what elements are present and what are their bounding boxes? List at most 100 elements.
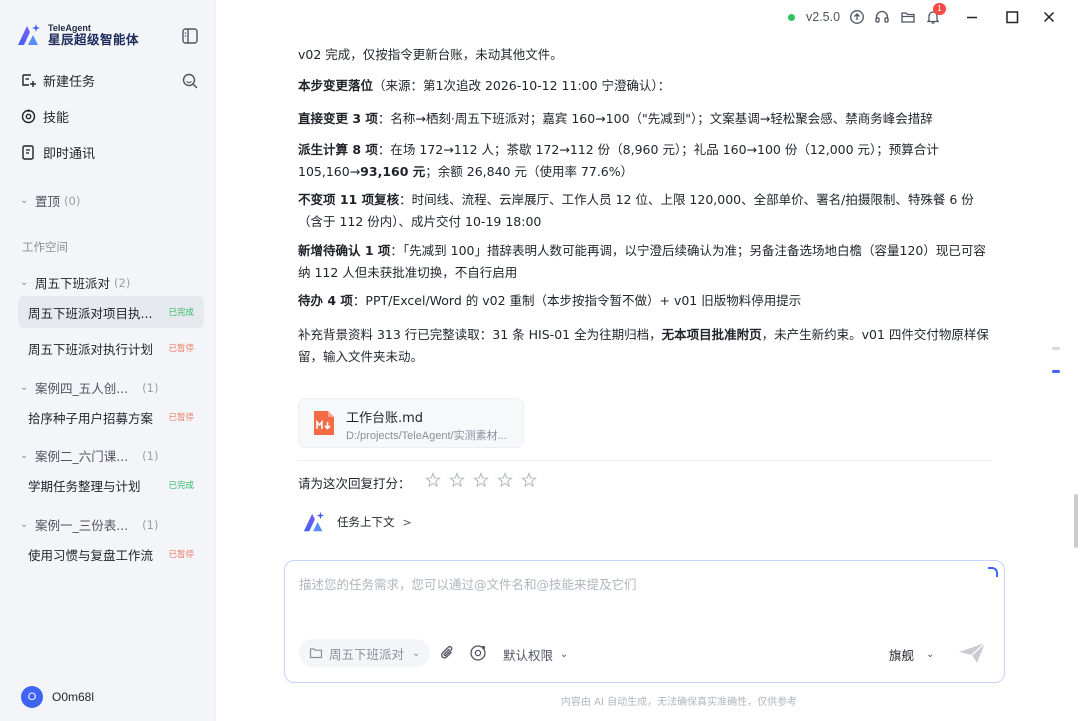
model-label: 旗舰 — [889, 648, 915, 663]
markdown-file-icon — [314, 411, 334, 435]
group-count: (1) — [142, 517, 159, 532]
attach-icon[interactable] — [439, 644, 457, 662]
task-title: 周五下班派对项目执... — [28, 305, 153, 321]
nav-new-task-label: 新建任务 — [43, 74, 96, 90]
paragraph-text: ：名称→栖刻·周五下班派对；嘉宾 160→100（"先减到"）；文案基调→轻松聚… — [377, 111, 933, 126]
message-paragraph: 待办 4 项：PPT/Excel/Word 的 v02 重制（本步按指令暂不做）… — [298, 290, 998, 312]
task-context-label: 任务上下文 — [337, 515, 395, 529]
chevron-down-icon: ⌄ — [926, 649, 935, 660]
star-icon[interactable] — [473, 472, 489, 488]
upload-icon[interactable] — [849, 9, 865, 25]
nav-skills[interactable]: 技能 — [20, 105, 69, 127]
task-item[interactable]: 使用习惯与复盘工作流 已暂停 — [18, 538, 204, 570]
skill-icon[interactable] — [469, 644, 487, 662]
send-icon[interactable] — [957, 641, 987, 665]
status-badge: 已暂停 — [168, 344, 194, 354]
disclaimer: 内容由 AI 自动生成，无法确保真实准确性，仅供参考 — [0, 693, 1080, 708]
status-badge: 已完成 — [168, 481, 194, 491]
workspace-group[interactable]: ⌄ 案例一_三份表... (1) — [20, 515, 158, 534]
disclaimer-text: 内容由 AI 自动生成，无法确保真实准确性，仅供参考 — [560, 697, 798, 708]
nav-im[interactable]: 即时通讯 — [20, 141, 95, 163]
pinned-count: (0) — [64, 193, 81, 208]
model-selector[interactable]: 旗舰 ⌄ — [889, 645, 934, 664]
sidebar: TeleAgent 星辰超级智能体 新建任务 技能 即时通讯 ⌄ 置顶 (0) … — [0, 0, 216, 721]
task-title: 使用习惯与复盘工作流 — [28, 547, 154, 563]
task-item[interactable]: 拾序种子用户招募方案 已暂停 — [18, 401, 204, 433]
scroll-marker[interactable] — [1052, 347, 1060, 350]
im-icon — [22, 144, 34, 160]
new-task-icon — [22, 73, 36, 87]
star-rating[interactable] — [425, 472, 537, 488]
workspace-group[interactable]: ⌄ 案例四_五人创... (1) — [20, 378, 158, 397]
nav-new-task[interactable]: 新建任务 — [20, 69, 95, 91]
workspace-group[interactable]: ⌄ 案例二_六门课... (1) — [20, 446, 158, 465]
rating-label: 请为这次回复打分： — [298, 476, 411, 491]
status-badge: 已暂停 — [168, 413, 194, 423]
folder-icon[interactable] — [900, 9, 916, 25]
message-paragraph: 不变项 11 项复核：时间线、流程、云岸展厅、工作人员 12 位、上限 120,… — [298, 189, 998, 233]
paragraph-text: （来源：第1次追改 2026-10-12 11:00 宁澄确认）： — [373, 78, 671, 93]
file-attachment-card[interactable]: 工作台账.md D:/projects/TeleAgent/实测素材... — [298, 398, 524, 448]
paragraph-emphasis: 无本项目批准附页 — [661, 327, 762, 342]
group-count: (2) — [114, 275, 131, 290]
folder-selector[interactable]: 周五下班派对 ⌄ — [299, 639, 431, 667]
maximize-icon[interactable] — [1004, 9, 1020, 25]
task-title: 拾序种子用户招募方案 — [28, 410, 154, 426]
message-paragraph: 补充背景资料 313 行已完整读取：31 条 HIS-01 全为往期归档，无本项… — [298, 324, 998, 368]
expand-icon[interactable] — [988, 567, 998, 577]
chevron-down-icon: ⌄ — [20, 277, 29, 288]
star-icon[interactable] — [497, 472, 513, 488]
group-label: 案例一_三份表... — [35, 518, 129, 533]
sidebar-collapse-icon[interactable] — [181, 27, 199, 45]
chevron-down-icon: ⌄ — [20, 450, 29, 461]
task-item[interactable]: 学期任务整理与计划 已完成 — [18, 469, 204, 501]
scroll-marker-active[interactable] — [1052, 370, 1060, 373]
notification-badge: 1 — [933, 3, 946, 15]
task-item[interactable]: 周五下班派对执行计划 已暂停 — [18, 332, 204, 364]
paragraph-text: v02 完成，仅按指令更新台账，未动其他文件。 — [298, 47, 563, 62]
star-icon[interactable] — [521, 472, 537, 488]
scrollbar[interactable] — [1074, 494, 1078, 548]
chevron-down-icon: ⌄ — [20, 382, 29, 393]
file-path: D:/projects/TeleAgent/实测素材... — [346, 430, 507, 442]
skill-icon — [21, 109, 36, 123]
group-label: 案例二_六门课... — [35, 449, 129, 464]
group-count: (1) — [142, 380, 159, 395]
star-icon[interactable] — [449, 472, 465, 488]
pinned-group[interactable]: ⌄ 置顶 (0) — [20, 191, 80, 210]
paragraph-emphasis: 93,160 元 — [360, 164, 426, 179]
permission-selector[interactable]: 默认权限 ⌄ — [503, 645, 568, 664]
workspace-label: 工作空间 — [22, 240, 68, 254]
divider — [298, 460, 992, 461]
task-item[interactable]: 周五下班派对项目执... 已完成 — [18, 296, 204, 328]
minimize-icon[interactable] — [964, 9, 980, 25]
group-label: 案例四_五人创... — [35, 381, 129, 396]
chat-input[interactable]: 描述您的任务需求，您可以通过@文件名和@技能来提及它们 — [299, 574, 637, 593]
group-label: 周五下班派对 — [35, 276, 111, 291]
star-icon[interactable] — [425, 472, 441, 488]
app-logo[interactable]: TeleAgent 星辰超级智能体 — [16, 22, 139, 48]
task-title: 学期任务整理与计划 — [28, 478, 141, 494]
folder-selector-label: 周五下班派对 — [329, 646, 405, 662]
paragraph-heading: 待办 4 项 — [298, 293, 353, 308]
status-badge: 已暂停 — [168, 550, 194, 560]
close-icon[interactable] — [1041, 9, 1057, 25]
paragraph-heading: 派生计算 8 项 — [298, 142, 378, 157]
headset-icon[interactable] — [874, 9, 890, 25]
paragraph-text: 补充背景资料 313 行已完整读取：31 条 HIS-01 全为往期归档， — [298, 327, 662, 342]
logo-chinese: 星辰超级智能体 — [48, 32, 140, 48]
paragraph-text: ；余额 26,840 元（使用率 77.6%） — [425, 164, 634, 179]
paragraph-text: ：PPT/Excel/Word 的 v02 重制（本步按指令暂不做）+ v01 … — [352, 293, 802, 308]
paragraph-heading: 新增待确认 1 项 — [298, 243, 391, 258]
chat-input-box[interactable]: 描述您的任务需求，您可以通过@文件名和@技能来提及它们 周五下班派对 ⌄ 默认权… — [284, 560, 1005, 683]
task-context-link[interactable]: 任务上下文 > — [302, 510, 412, 534]
paragraph-heading: 直接变更 3 项 — [298, 111, 378, 126]
pinned-label: 置顶 — [35, 194, 61, 209]
chevron-down-icon: ⌄ — [412, 647, 421, 659]
chevron-down-icon: ⌄ — [20, 195, 29, 206]
message-paragraph: 本步变更落位（来源：第1次追改 2026-10-12 11:00 宁澄确认）： — [298, 75, 998, 97]
search-icon[interactable] — [181, 72, 199, 90]
logo-icon — [18, 24, 40, 45]
paragraph-heading: 本步变更落位 — [298, 78, 374, 93]
workspace-group[interactable]: ⌄ 周五下班派对 (2) — [20, 273, 130, 292]
